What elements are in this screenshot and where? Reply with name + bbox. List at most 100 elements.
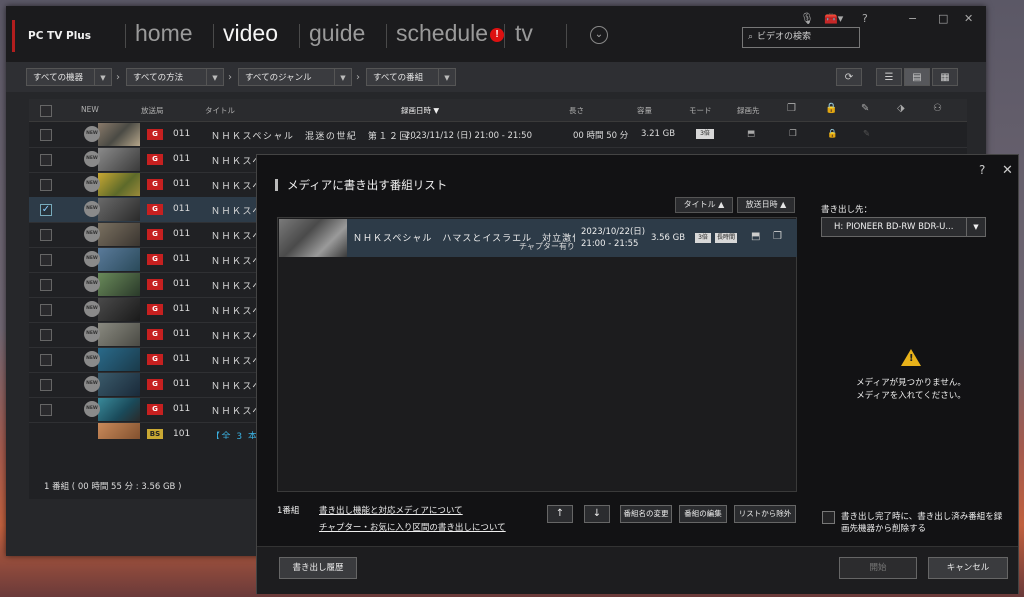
nav-schedule[interactable]: schedule! [396,20,505,47]
chevron-right-icon: › [228,72,232,83]
status-text: 1 番組 ( 00 時間 55 分 : 3.56 GB ) [44,482,182,492]
delete-after-export-checkbox[interactable] [822,511,835,524]
message-line-2: メディアを入れてください。 [856,391,966,401]
refresh-icon: ⟳ [844,72,854,83]
row-checkbox[interactable] [40,304,52,316]
filter-device[interactable]: すべての機器 ▼ [26,68,112,86]
dest-select[interactable]: H: PIONEER BD-RW BDR-U... ▼ [821,217,986,237]
header-title[interactable]: タイトル [205,105,235,116]
view-thumbnail-button[interactable]: ▦ [932,68,958,86]
thumbnail-icon: ▦ [940,72,950,83]
edit-icon[interactable]: ✎ [861,103,869,114]
chevron-right-icon: › [116,72,120,83]
header-size[interactable]: 容量 [637,105,652,116]
row-thumbnail [98,223,140,246]
row-channel: 011 [173,379,191,389]
search-input[interactable]: ⌕ ビデオの検索 [742,27,860,48]
maximize-button[interactable]: □ [938,12,948,25]
move-down-button[interactable]: ↓ [584,505,610,523]
warning-icon: ! [901,349,921,366]
cancel-button[interactable]: キャンセル [928,557,1008,579]
rename-button[interactable]: 番組名の変更 [620,505,672,523]
terrestrial-icon: G [147,379,163,390]
recorder-icon: ⬒ [747,129,756,139]
chevron-right-icon: › [356,72,360,83]
row-checkbox[interactable] [40,279,52,291]
dialog-close-button[interactable]: ✕ [1002,163,1013,178]
toolbox-icon[interactable]: 🧰▾ [824,12,843,25]
terrestrial-icon: G [147,279,163,290]
nav-home[interactable]: home [135,20,193,47]
filter-method-label: すべての方法 [133,73,184,83]
row-date: 2023/11/12 (日) 21:00 - 21:50 [405,131,532,141]
nav-separator [504,24,505,48]
row-checkbox[interactable] [40,329,52,341]
sort-title-button[interactable]: タイトル ▲ [675,197,733,213]
header-mode[interactable]: モード [689,105,712,116]
item-subtitle: チャプター有り [519,242,575,251]
new-badge-icon: NEW [84,251,100,267]
row-thumbnail [98,373,140,396]
row-checkbox[interactable] [40,354,52,366]
move-up-button[interactable]: ↑ [547,505,573,523]
row-checkbox[interactable]: ✓ [40,204,52,216]
sort-date-button[interactable]: 放送日時 ▲ [737,197,795,213]
lock-icon[interactable]: 🔒 [825,103,837,114]
minimize-button[interactable]: − [908,12,917,25]
new-badge-icon: NEW [84,151,100,167]
view-detail-button[interactable]: ▤ [904,68,930,86]
row-checkbox[interactable] [40,129,52,141]
brand-accent [12,20,15,52]
new-badge-icon: NEW [84,226,100,242]
recorder-icon: ⬒ [751,231,761,242]
export-history-button[interactable]: 書き出し履歴 [279,557,357,579]
row-checkbox[interactable] [40,254,52,266]
filter-genre[interactable]: すべてのジャンル ▼ [238,68,352,86]
mic-off-icon[interactable]: 🎙 [800,12,814,25]
chapter-icon[interactable]: ❐ [787,103,796,114]
start-button[interactable]: 開始 [839,557,917,579]
header-dest[interactable]: 録画先 [737,105,760,116]
row-checkbox[interactable] [40,379,52,391]
row-channel: 011 [173,329,191,339]
item-date: 2023/10/22(日) 21:00 - 21:55 [581,226,645,250]
message-line-1: メディアが見つかりません。 [856,378,966,388]
filter-method[interactable]: すべての方法 ▼ [126,68,224,86]
dialog-help-button[interactable]: ? [979,163,985,177]
search-icon: ⌕ [748,32,754,42]
chevron-down-icon: ▼ [94,69,111,85]
tag-icon[interactable]: ⬗ [897,103,905,114]
filter-program[interactable]: すべての番組 ▼ [366,68,456,86]
row-channel: 011 [173,254,191,264]
refresh-button[interactable]: ⟳ [836,68,862,86]
nav-video[interactable]: video [223,20,278,47]
row-checkbox[interactable] [40,229,52,241]
row-thumbnail [98,123,140,146]
nav-more-chevron-icon[interactable]: ⌄ [590,26,608,44]
remove-from-list-button[interactable]: リストから除外 [734,505,796,523]
chapter-icon: ❐ [789,129,797,139]
row-checkbox[interactable] [40,404,52,416]
select-all-checkbox[interactable] [40,105,52,117]
close-button[interactable]: ✕ [964,12,973,25]
header-date[interactable]: 録画日時 ▼ [401,105,439,116]
header-channel[interactable]: 放送局 [141,105,164,116]
media-info-link[interactable]: 書き出し機能と対応メディアについて [319,504,463,516]
item-long-badge: 長時間 [715,233,737,243]
users-icon[interactable]: ⚇ [933,103,942,114]
row-thumbnail [98,348,140,371]
row-channel: 011 [173,204,191,214]
edit-program-button[interactable]: 番組の編集 [679,505,727,523]
view-list-button[interactable]: ☰ [876,68,902,86]
row-checkbox[interactable] [40,179,52,191]
row-checkbox[interactable] [40,154,52,166]
list-item[interactable]: ＮＨＫスペシャル ハマスとイスラエル 対立激化ど... チャプター有り 2023… [279,219,797,257]
help-button[interactable]: ? [862,12,868,25]
table-row[interactable]: NEW G 011 ＮＨＫスペシャル 混迷の世紀 第１２回... 2023/11… [29,122,967,148]
nav-tv[interactable]: tv [515,20,533,47]
header-length[interactable]: 長さ [569,105,584,116]
chapter-info-link[interactable]: チャプター・お気に入り区間の書き出しについて [319,521,506,533]
title-accent [275,179,278,191]
header-new[interactable]: NEW [81,105,99,114]
nav-guide[interactable]: guide [309,20,365,47]
